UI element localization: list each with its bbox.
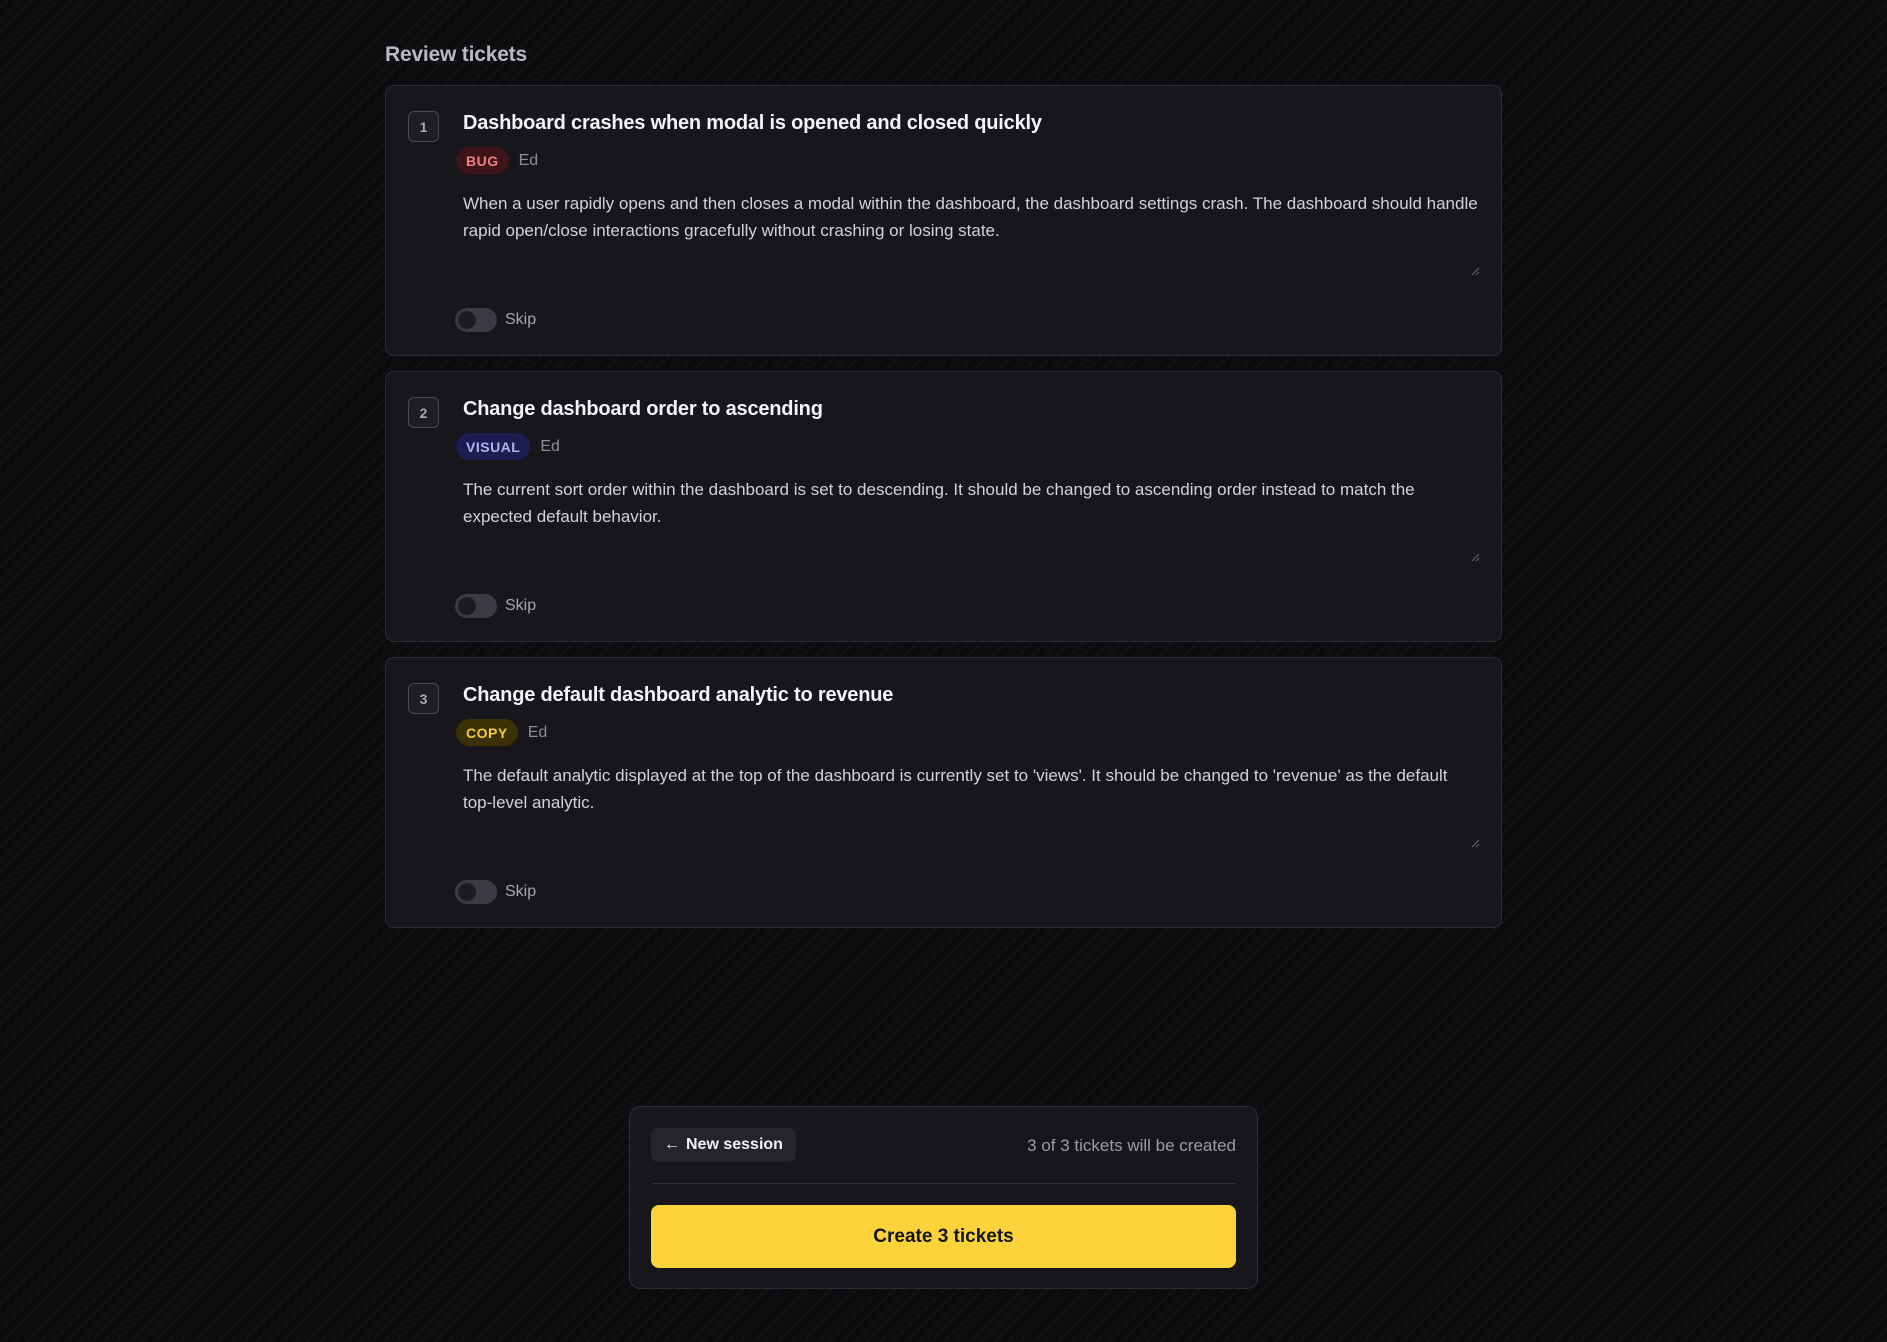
ticket-count-status: 3 of 3 tickets will be created (1027, 1136, 1236, 1155)
new-session-button[interactable]: ← New session (651, 1128, 796, 1162)
skip-control: Skip (455, 308, 536, 332)
ticket-card: 3 Change default dashboard analytic to r… (385, 657, 1502, 928)
ticket-meta: VISUAL Ed (456, 433, 560, 460)
skip-control: Skip (455, 880, 536, 904)
ticket-number-badge: 2 (408, 397, 439, 428)
ticket-number-badge: 1 (408, 111, 439, 142)
resize-grip-icon[interactable] (1471, 553, 1480, 562)
page-title: Review tickets (385, 43, 527, 66)
toggle-knob (458, 883, 476, 901)
skip-label: Skip (505, 883, 537, 900)
ticket-type-tag: COPY (456, 719, 518, 746)
ticket-title: Dashboard crashes when modal is opened a… (463, 112, 1042, 134)
ticket-card: 2 Change dashboard order to ascending VI… (385, 371, 1502, 642)
new-session-label: New session (686, 1136, 783, 1153)
ticket-meta: BUG Ed (456, 147, 538, 174)
ticket-description-field[interactable]: When a user rapidly opens and then close… (463, 190, 1478, 280)
ticket-list: 1 Dashboard crashes when modal is opened… (385, 85, 1502, 943)
ticket-author: Ed (540, 437, 560, 455)
resize-grip-icon[interactable] (1471, 839, 1480, 848)
ticket-title: Change default dashboard analytic to rev… (463, 684, 894, 706)
ticket-type-tag: BUG (456, 147, 509, 174)
skip-label: Skip (505, 597, 537, 614)
skip-toggle[interactable] (455, 880, 497, 904)
ticket-number-badge: 3 (408, 683, 439, 714)
divider (651, 1183, 1236, 1184)
ticket-meta: COPY Ed (456, 719, 547, 746)
skip-control: Skip (455, 594, 536, 618)
ticket-description-field[interactable]: The default analytic displayed at the to… (463, 762, 1478, 852)
ticket-description-field[interactable]: The current sort order within the dashbo… (463, 476, 1478, 566)
toggle-knob (458, 311, 476, 329)
create-tickets-panel: ← New session 3 of 3 tickets will be cre… (629, 1106, 1258, 1289)
ticket-type-tag: VISUAL (456, 433, 531, 460)
ticket-card: 1 Dashboard crashes when modal is opened… (385, 85, 1502, 356)
resize-grip-icon[interactable] (1471, 267, 1480, 276)
skip-toggle[interactable] (455, 308, 497, 332)
skip-toggle[interactable] (455, 594, 497, 618)
arrow-left-icon: ← (664, 1136, 680, 1153)
toggle-knob (458, 597, 476, 615)
ticket-author: Ed (527, 723, 548, 741)
ticket-author: Ed (518, 151, 539, 169)
create-tickets-button[interactable]: Create 3 tickets (651, 1205, 1236, 1268)
skip-label: Skip (505, 311, 537, 328)
ticket-title: Change dashboard order to ascending (463, 398, 823, 420)
